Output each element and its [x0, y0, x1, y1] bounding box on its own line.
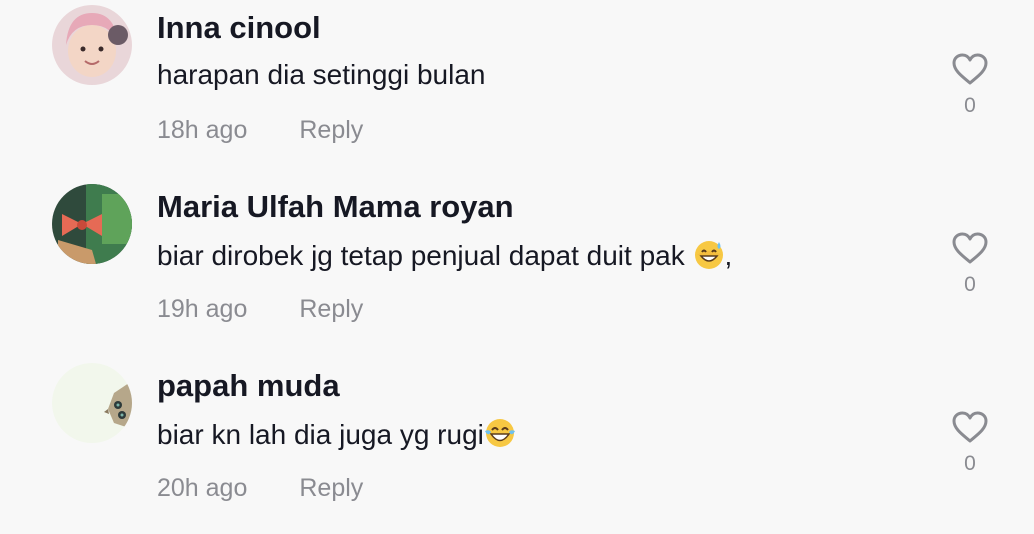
comment-timestamp: 20h ago [157, 474, 248, 502]
avatar[interactable] [52, 5, 132, 85]
like-button[interactable]: 0 [946, 231, 994, 315]
like-count: 0 [964, 452, 976, 475]
comment-meta: 20h ago Reply [157, 474, 363, 503]
heart-outline-icon [952, 232, 988, 264]
comment-text: harapan dia setinggi bulan [157, 59, 486, 90]
comment-text-body: biar dirobek jg tetap penjual dapat duit… [157, 240, 693, 271]
avatar[interactable] [52, 184, 132, 264]
comment-username[interactable]: Inna cinool [157, 10, 321, 46]
avatar[interactable] [52, 363, 132, 443]
grinning-sweat-emoji-icon [694, 241, 723, 269]
like-count: 0 [964, 273, 976, 296]
comment-meta: 19h ago Reply [157, 295, 363, 324]
comment-timestamp: 18h ago [157, 116, 248, 144]
comment-item: papah muda biar kn lah dia juga yg rugi … [0, 358, 1034, 534]
heart-outline-icon [952, 411, 988, 443]
avatar-cat-image [52, 363, 132, 443]
comment-text-body: biar kn lah dia juga yg rugi [157, 419, 484, 450]
comment-item: Maria Ulfah Mama royan biar dirobek jg t… [0, 179, 1034, 357]
reply-button[interactable]: Reply [299, 474, 363, 502]
reply-button[interactable]: Reply [299, 295, 363, 323]
reply-button[interactable]: Reply [299, 116, 363, 144]
comment-text-tail: , [724, 240, 733, 271]
comment-username[interactable]: Maria Ulfah Mama royan [157, 189, 514, 225]
avatar-gift-image [52, 184, 132, 264]
avatar-baby-image [52, 5, 132, 85]
comment-text: biar kn lah dia juga yg rugi [157, 417, 516, 451]
heart-outline-icon [952, 53, 988, 85]
like-count: 0 [964, 94, 976, 117]
comment-meta: 18h ago Reply [157, 116, 363, 145]
like-button[interactable]: 0 [946, 52, 994, 136]
tears-of-joy-emoji-icon [484, 419, 515, 447]
comment-timestamp: 19h ago [157, 295, 248, 323]
comment-text: biar dirobek jg tetap penjual dapat duit… [157, 238, 732, 272]
comment-item: Inna cinool harapan dia setinggi bulan 1… [0, 0, 1034, 178]
like-button[interactable]: 0 [946, 410, 994, 494]
comment-list: Inna cinool harapan dia setinggi bulan 1… [0, 0, 1034, 534]
comment-username[interactable]: papah muda [157, 368, 340, 404]
